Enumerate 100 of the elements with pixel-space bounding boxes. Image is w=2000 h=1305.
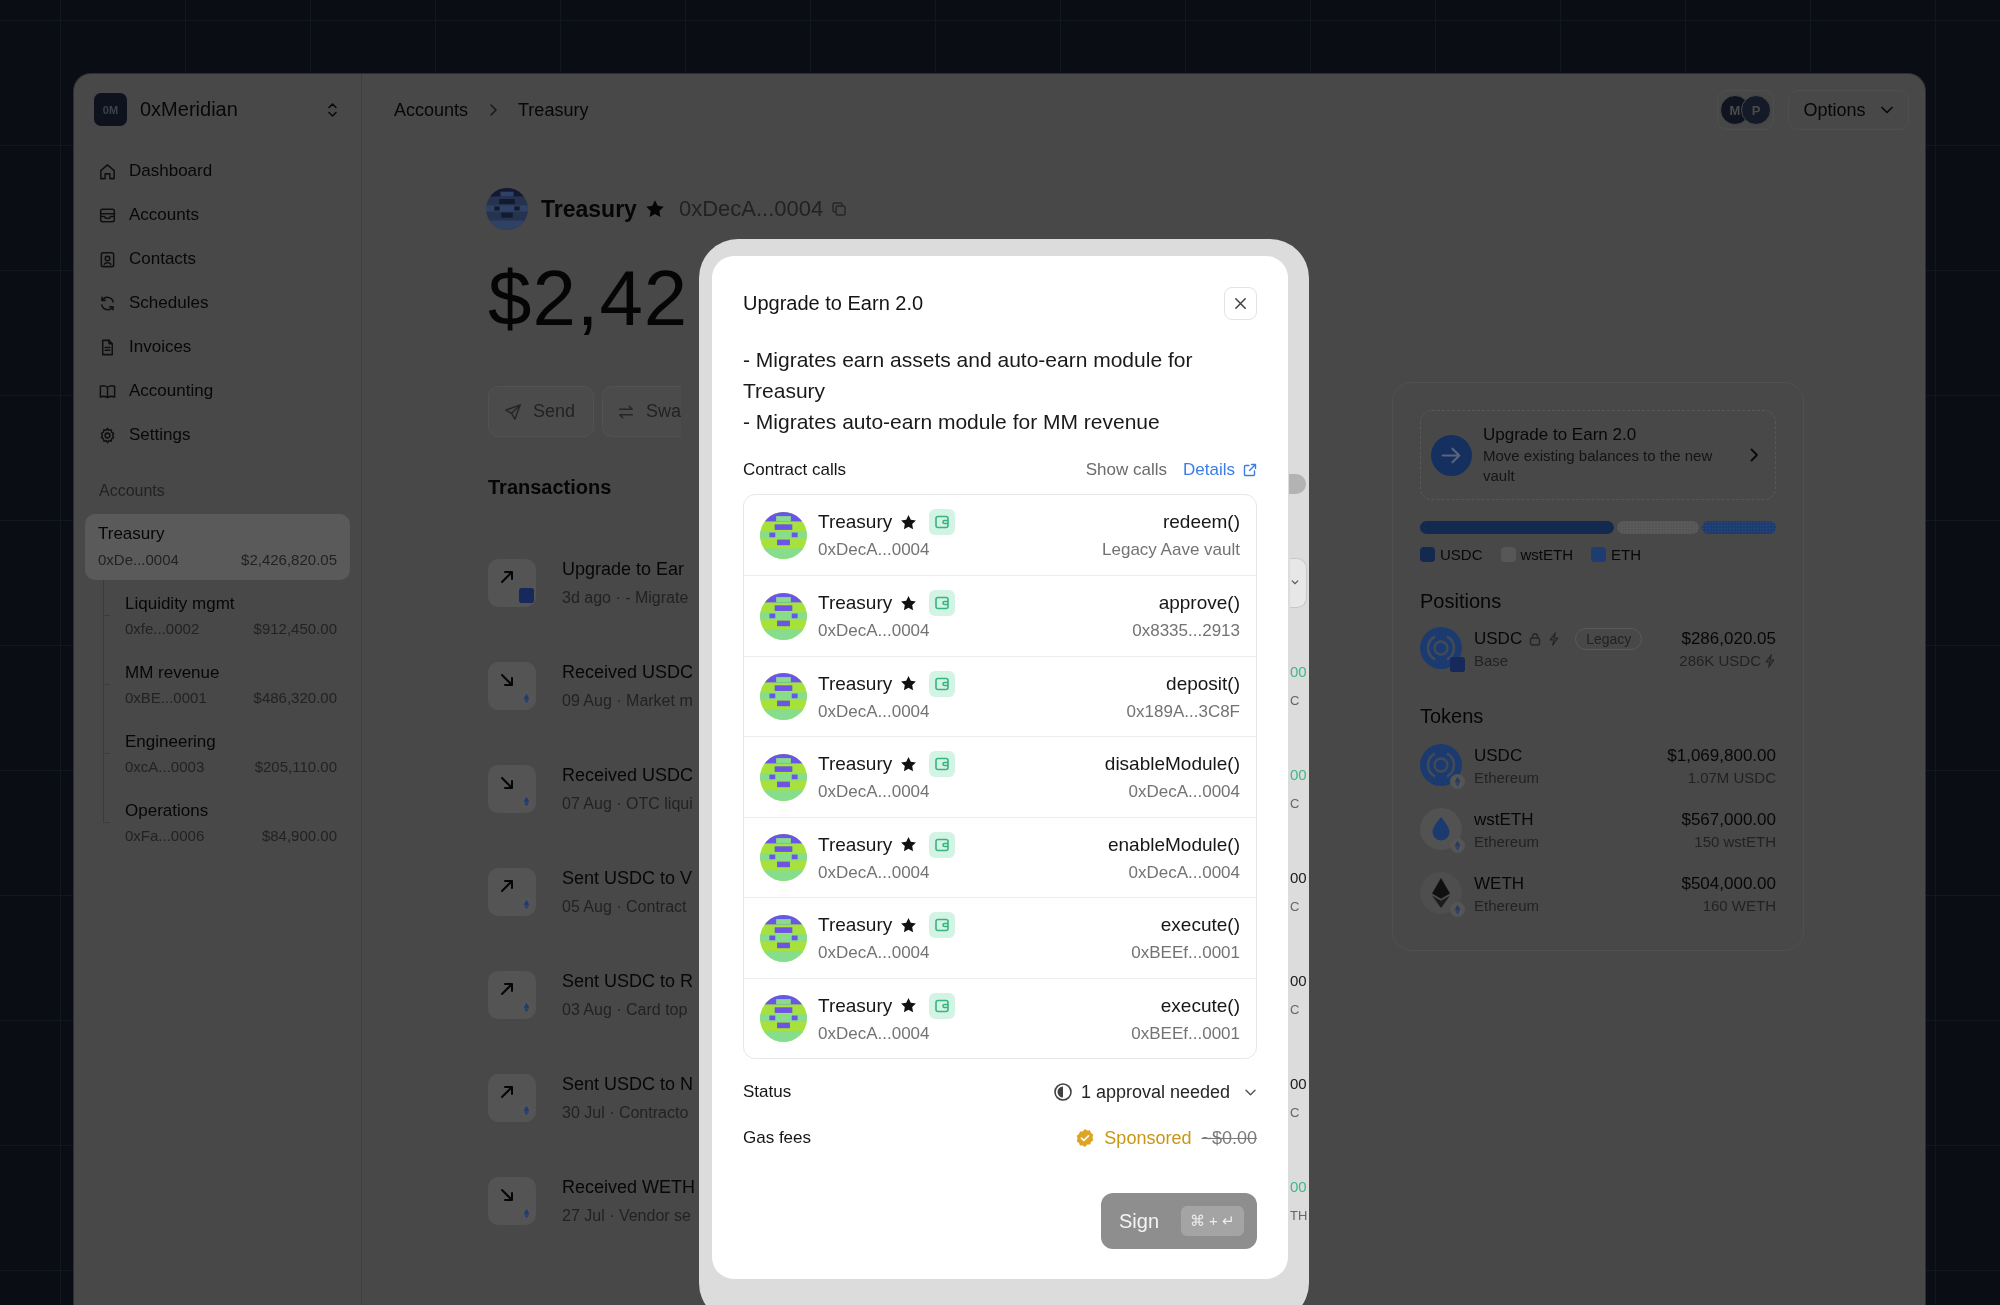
transaction-token: C <box>1290 1103 1300 1122</box>
asset-value: $1,069,800.00 <box>1667 745 1776 767</box>
check-badge-icon <box>1075 1128 1096 1149</box>
account-name: Liquidity mgmt <box>125 593 235 615</box>
wallet-icon <box>929 751 956 778</box>
legend-label: ETH <box>1611 545 1641 563</box>
chevron-right-icon <box>1749 447 1759 463</box>
balance-amount: $2,42 <box>488 259 689 337</box>
show-calls-link[interactable]: Show calls <box>1085 459 1168 480</box>
call-account: Treasury <box>818 511 893 534</box>
legend-label: USDC <box>1440 545 1483 563</box>
close-button[interactable] <box>1224 286 1257 320</box>
approval-status-button[interactable]: 1 approval needed <box>1052 1081 1257 1103</box>
asset-value: $286,020.05 <box>1681 628 1776 650</box>
external-link-icon <box>1243 462 1257 477</box>
chevron-down-icon <box>1244 1087 1257 1097</box>
description-line: - Migrates auto-earn module for MM revenue <box>743 409 1161 435</box>
transaction-title: Received WETH <box>562 1175 696 1199</box>
breadcrumb-link[interactable]: Accounts <box>394 99 469 121</box>
arrow-up-right-icon <box>488 867 536 916</box>
chevron-up-down-icon[interactable] <box>326 100 339 119</box>
arrow-right-icon <box>1431 434 1472 476</box>
call-target: 0xDecA...0004 <box>1128 781 1240 804</box>
call-method: deposit() <box>1166 671 1240 696</box>
nav-item[interactable]: Schedules <box>85 283 350 323</box>
transaction-token: C <box>1290 691 1300 710</box>
call-account: Treasury <box>818 914 893 937</box>
wallet-icon <box>929 831 956 858</box>
call-method: redeem() <box>1162 510 1240 535</box>
sponsored-label: Sponsored <box>1104 1127 1192 1149</box>
arrow-up-right-icon <box>488 1073 536 1122</box>
asset-name: USDC <box>1474 746 1523 766</box>
account-title: Treasury <box>541 195 637 223</box>
org-name: 0xMeridian <box>140 98 239 121</box>
call-address: 0xDecA...0004 <box>818 620 930 643</box>
nav-item[interactable]: Accounting <box>85 371 350 411</box>
wallet-icon <box>929 670 956 697</box>
send-icon <box>504 402 522 421</box>
call-target: 0xBEEf...0001 <box>1131 1022 1240 1045</box>
wallet-icon <box>929 992 956 1019</box>
call-target: 0x8335...2913 <box>1132 620 1240 643</box>
wallet-icon <box>929 509 956 536</box>
asset-value: $567,000.00 <box>1681 809 1776 831</box>
half-circle-icon <box>1052 1082 1073 1103</box>
call-account: Treasury <box>818 672 893 695</box>
wallet-icon <box>929 590 956 617</box>
nav-item[interactable]: Contacts <box>85 239 350 279</box>
section-title: Positions <box>1420 589 1503 613</box>
copy-icon[interactable] <box>831 201 848 217</box>
breadcrumb-link[interactable]: Treasury <box>518 99 589 121</box>
call-account: Treasury <box>818 833 893 856</box>
ethereum-badge-icon <box>1450 774 1465 789</box>
call-account: Treasury <box>818 592 893 615</box>
asset-value: $504,000.00 <box>1681 873 1776 895</box>
identicon-icon <box>760 592 807 640</box>
nav-item[interactable]: Invoices <box>85 327 350 367</box>
call-method: disableModule() <box>1104 752 1240 777</box>
section-title: Contract calls <box>743 459 846 480</box>
gas-fee: ~$0.00 <box>1201 1127 1257 1149</box>
account-item[interactable]: Treasury 0xDe...0004 $2,426,820.05 <box>85 514 350 580</box>
call-address: 0xDecA...0004 <box>818 861 930 884</box>
ethereum-badge-icon <box>1450 838 1465 853</box>
details-link[interactable]: Details <box>1183 459 1257 480</box>
square-badge-icon <box>1450 657 1465 672</box>
identicon-icon <box>760 995 807 1043</box>
transaction-amount: 00 <box>1290 1176 1307 1197</box>
settings-icon <box>98 425 117 445</box>
arrow-up-right-icon <box>488 558 536 607</box>
nav-item[interactable]: Settings <box>85 415 350 455</box>
asset-name: WETH <box>1474 874 1525 894</box>
options-button[interactable]: Options <box>1788 90 1909 130</box>
pill-button[interactable] <box>1289 474 1306 494</box>
identicon-icon <box>760 753 807 801</box>
transaction-title: Received USDC <box>562 660 694 684</box>
diamond-coin-icon <box>1420 872 1462 914</box>
coin-icon <box>1420 744 1462 786</box>
transaction-amount: 00 <box>1290 970 1307 991</box>
call-address: 0xDecA...0004 <box>818 942 930 965</box>
chevron-down-icon <box>1879 105 1894 115</box>
droplet-coin-icon <box>1420 808 1462 850</box>
identicon-icon <box>760 673 807 721</box>
nav-item[interactable]: Accounts <box>85 195 350 235</box>
transaction-title: Sent USDC to N <box>562 1072 694 1096</box>
transaction-title: Received USDC <box>562 763 694 787</box>
account-name: Engineering <box>125 731 216 753</box>
arrow-down-right-icon <box>488 764 536 813</box>
contact-icon <box>98 249 117 269</box>
nav-item[interactable]: Dashboard <box>85 151 350 191</box>
star-icon[interactable] <box>644 199 665 219</box>
chevron-down-icon <box>1291 579 1299 586</box>
section-title: Tokens <box>1420 704 1485 728</box>
transaction-token: C <box>1290 1000 1300 1019</box>
status-label: Status <box>743 1082 792 1103</box>
banner-title: Upgrade to Earn 2.0 <box>1483 424 1638 446</box>
dropdown-button[interactable] <box>1290 557 1307 608</box>
transaction-amount: 00 <box>1290 661 1307 682</box>
arrow-up-right-icon <box>488 970 536 1019</box>
call-target: 0xBEEf...0001 <box>1131 942 1240 965</box>
transaction-token: C <box>1290 794 1300 813</box>
transaction-title: Sent USDC to R <box>562 969 694 993</box>
